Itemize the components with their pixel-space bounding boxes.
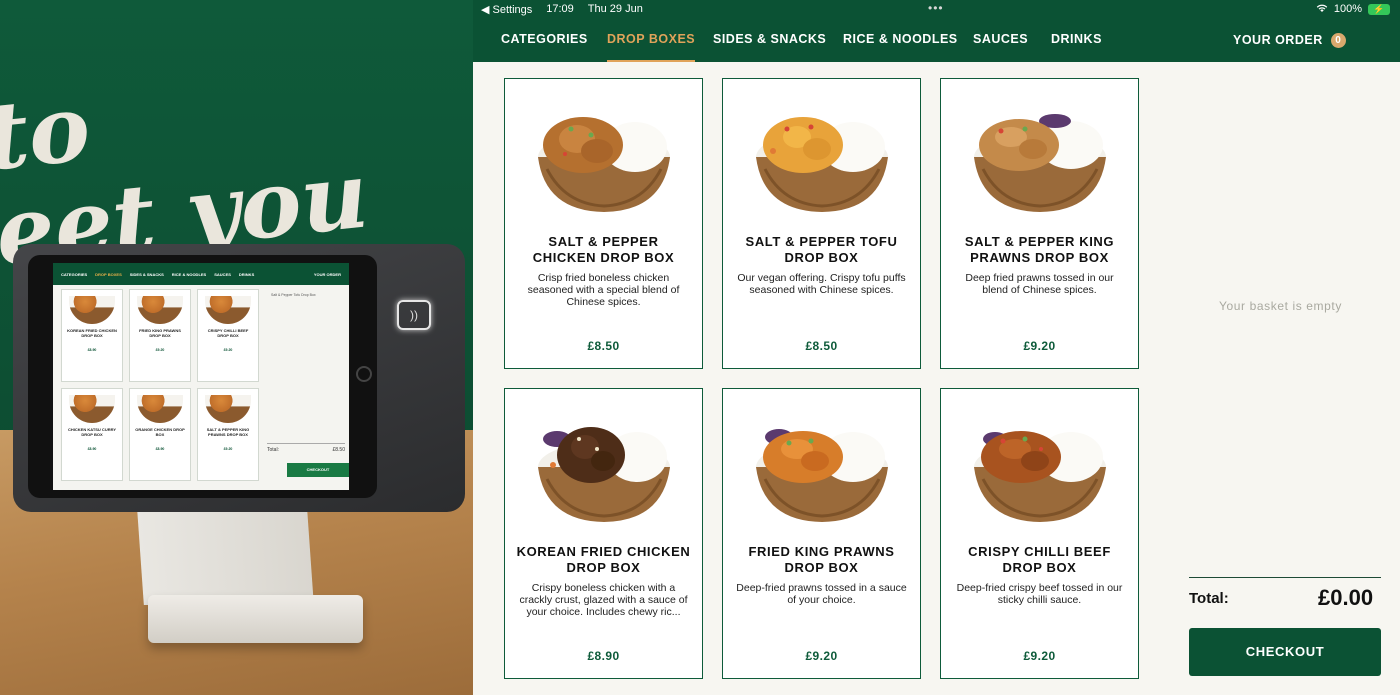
- contactless-reader-icon: )): [397, 300, 431, 330]
- mini-card: CRISPY CHILLI BEEF DROP BOX £9.20: [197, 289, 259, 382]
- product-description: Deep-fried crispy beef tossed in our sti…: [956, 582, 1123, 606]
- mini-basket: Salt & Pepper Tofu Drop Box Total: £8.50 …: [267, 289, 349, 485]
- basket-divider: [1189, 577, 1381, 578]
- back-to-settings-link[interactable]: ◀ Settings: [481, 3, 532, 16]
- bowl-image: [974, 114, 1106, 212]
- your-order-button[interactable]: YOUR ORDER 0: [1233, 18, 1346, 62]
- mini-tab: DROP BOXES: [95, 271, 122, 277]
- battery-percent: 100%: [1333, 3, 1362, 15]
- product-description: Our vegan offering. Crispy tofu puffs se…: [737, 272, 906, 296]
- bowl-image: [538, 117, 670, 212]
- mini-card-price: £9.20: [223, 348, 233, 352]
- product-name: SALT & PEPPER TOFU DROP BOX: [745, 234, 898, 265]
- mini-total-value: £8.50: [332, 447, 345, 453]
- mini-card-price: £8.90: [87, 447, 97, 451]
- status-time: 17:09: [546, 3, 574, 15]
- mini-checkout-button: CHECKOUT: [287, 463, 349, 477]
- product-name: SALT & PEPPER KING PRAWNS DROP BOX: [964, 234, 1115, 265]
- product-card[interactable]: SALT & PEPPER TOFU DROP BOX Our vegan of…: [722, 78, 921, 369]
- product-price: £9.20: [805, 649, 838, 663]
- bowl-image: [137, 395, 183, 423]
- your-order-label: YOUR ORDER: [1233, 33, 1323, 47]
- category-nav: CATEGORIES DROP BOXES SIDES & SNACKS RIC…: [473, 18, 1400, 62]
- bowl-image: [69, 395, 115, 423]
- product-card[interactable]: SALT & PEPPER CHICKEN DROP BOX Crisp fri…: [504, 78, 703, 369]
- product-price: £9.20: [1023, 649, 1056, 663]
- product-description: Crispy boneless chicken with a crackly c…: [519, 582, 688, 618]
- mini-card-name: ORANGE CHICKEN DROP BOX: [135, 427, 185, 437]
- product-description: Deep-fried prawns tossed in a sauce of y…: [736, 582, 907, 606]
- mini-card-name: CHICKEN KATSU CURRY DROP BOX: [68, 427, 116, 437]
- bowl-image: [756, 117, 888, 212]
- tab-sides-snacks[interactable]: SIDES & SNACKS: [713, 18, 826, 62]
- total-value: £0.00: [1318, 585, 1374, 610]
- bowl-image: [538, 427, 670, 522]
- mini-card-price: £9.20: [223, 447, 233, 451]
- status-bar: ◀ Settings 17:09 Thu 29 Jun ••• 100% ⚡: [473, 0, 1400, 18]
- mini-tab: SAUCES: [214, 271, 231, 277]
- tab-drinks[interactable]: DRINKS: [1051, 18, 1102, 62]
- mini-card-price: £8.90: [155, 447, 165, 451]
- mini-card: SALT & PEPPER KING PRAWNS DROP BOX £9.20: [197, 388, 259, 481]
- mini-product-grid: KOREAN FRIED CHICKEN DROP BOX £8.90 FRIED…: [61, 289, 259, 481]
- mini-tab: SIDES & SNACKS: [129, 271, 164, 277]
- product-name: SALT & PEPPER CHICKEN DROP BOX: [532, 234, 675, 265]
- bowl-image: [756, 429, 888, 522]
- mini-card: CHICKEN KATSU CURRY DROP BOX £8.90: [61, 388, 123, 481]
- mini-total-label: Total:: [267, 447, 279, 453]
- tab-rice-noodles[interactable]: RICE & NOODLES: [843, 18, 958, 62]
- product-price: £8.90: [587, 649, 620, 663]
- mini-card: FRIED KING PRAWNS DROP BOX £9.20: [129, 289, 191, 382]
- home-button-icon: [356, 366, 372, 382]
- wifi-icon: [1316, 3, 1328, 16]
- total-label: Total:: [1189, 590, 1229, 607]
- kiosk-app: ◀ Settings 17:09 Thu 29 Jun ••• 100% ⚡ C…: [473, 0, 1400, 695]
- mini-screen: CATEGORIES DROP BOXES SIDES & SNACKS RIC…: [53, 263, 349, 490]
- mini-nav: CATEGORIES DROP BOXES SIDES & SNACKS RIC…: [53, 263, 349, 285]
- status-date: Thu 29 Jun: [587, 3, 643, 15]
- mini-your-order: YOUR ORDER: [313, 271, 341, 277]
- product-description: Deep fried prawns tossed in our blend of…: [965, 272, 1114, 296]
- tab-categories[interactable]: CATEGORIES: [501, 18, 588, 62]
- mini-card-name: CRISPY CHILLI BEEF DROP BOX: [207, 328, 249, 338]
- battery-charging-icon: ⚡: [1368, 3, 1390, 15]
- mini-card-name: SALT & PEPPER KING PRAWNS DROP BOX: [206, 427, 250, 437]
- mini-tab: DRINKS: [238, 271, 255, 277]
- product-name: FRIED KING PRAWNS DROP BOX: [748, 544, 895, 575]
- product-name: CRISPY CHILLI BEEF DROP BOX: [968, 544, 1111, 575]
- multitasking-dots-icon[interactable]: •••: [928, 1, 944, 15]
- product-price: £8.50: [805, 339, 838, 353]
- mini-tab: CATEGORIES: [61, 271, 88, 277]
- mini-card: ORANGE CHICKEN DROP BOX £8.90: [129, 388, 191, 481]
- kiosk-photo: to eet you )) CATEGORIES DROP BOXES SIDES…: [0, 0, 473, 695]
- bowl-image: [205, 296, 251, 324]
- kiosk-stand-base: [148, 595, 363, 643]
- mini-card-price: £8.90: [87, 348, 97, 352]
- mini-card-name: KOREAN FRIED CHICKEN DROP BOX: [67, 328, 117, 338]
- bowl-image: [205, 395, 251, 423]
- bowl-image: [974, 431, 1106, 522]
- mini-tab: RICE & NOODLES: [171, 271, 207, 277]
- mini-card-name: FRIED KING PRAWNS DROP BOX: [139, 328, 181, 338]
- mini-basket-item: Salt & Pepper Tofu Drop Box: [271, 293, 316, 297]
- product-card[interactable]: CRISPY CHILLI BEEF DROP BOX Deep-fried c…: [940, 388, 1139, 679]
- mini-card: KOREAN FRIED CHICKEN DROP BOX £8.90: [61, 289, 123, 382]
- mini-total: Total: £8.50: [267, 443, 345, 453]
- product-name: KOREAN FRIED CHICKEN DROP BOX: [516, 544, 691, 575]
- tab-sauces[interactable]: SAUCES: [973, 18, 1028, 62]
- product-card[interactable]: KOREAN FRIED CHICKEN DROP BOX Crispy bon…: [504, 388, 703, 679]
- product-price: £9.20: [1023, 339, 1056, 353]
- product-card[interactable]: FRIED KING PRAWNS DROP BOX Deep-fried pr…: [722, 388, 921, 679]
- mini-card-price: £9.20: [155, 348, 165, 352]
- basket-empty-message: Your basket is empty: [1219, 299, 1342, 313]
- product-description: Crisp fried boneless chicken seasoned wi…: [527, 272, 680, 308]
- product-card[interactable]: SALT & PEPPER KING PRAWNS DROP BOX Deep …: [940, 78, 1139, 369]
- tab-drop-boxes[interactable]: DROP BOXES: [607, 18, 696, 62]
- bowl-image: [137, 296, 183, 324]
- bowl-image: [69, 296, 115, 324]
- checkout-button[interactable]: CHECKOUT: [1189, 628, 1381, 676]
- order-count-badge: 0: [1330, 32, 1346, 48]
- product-price: £8.50: [587, 339, 620, 353]
